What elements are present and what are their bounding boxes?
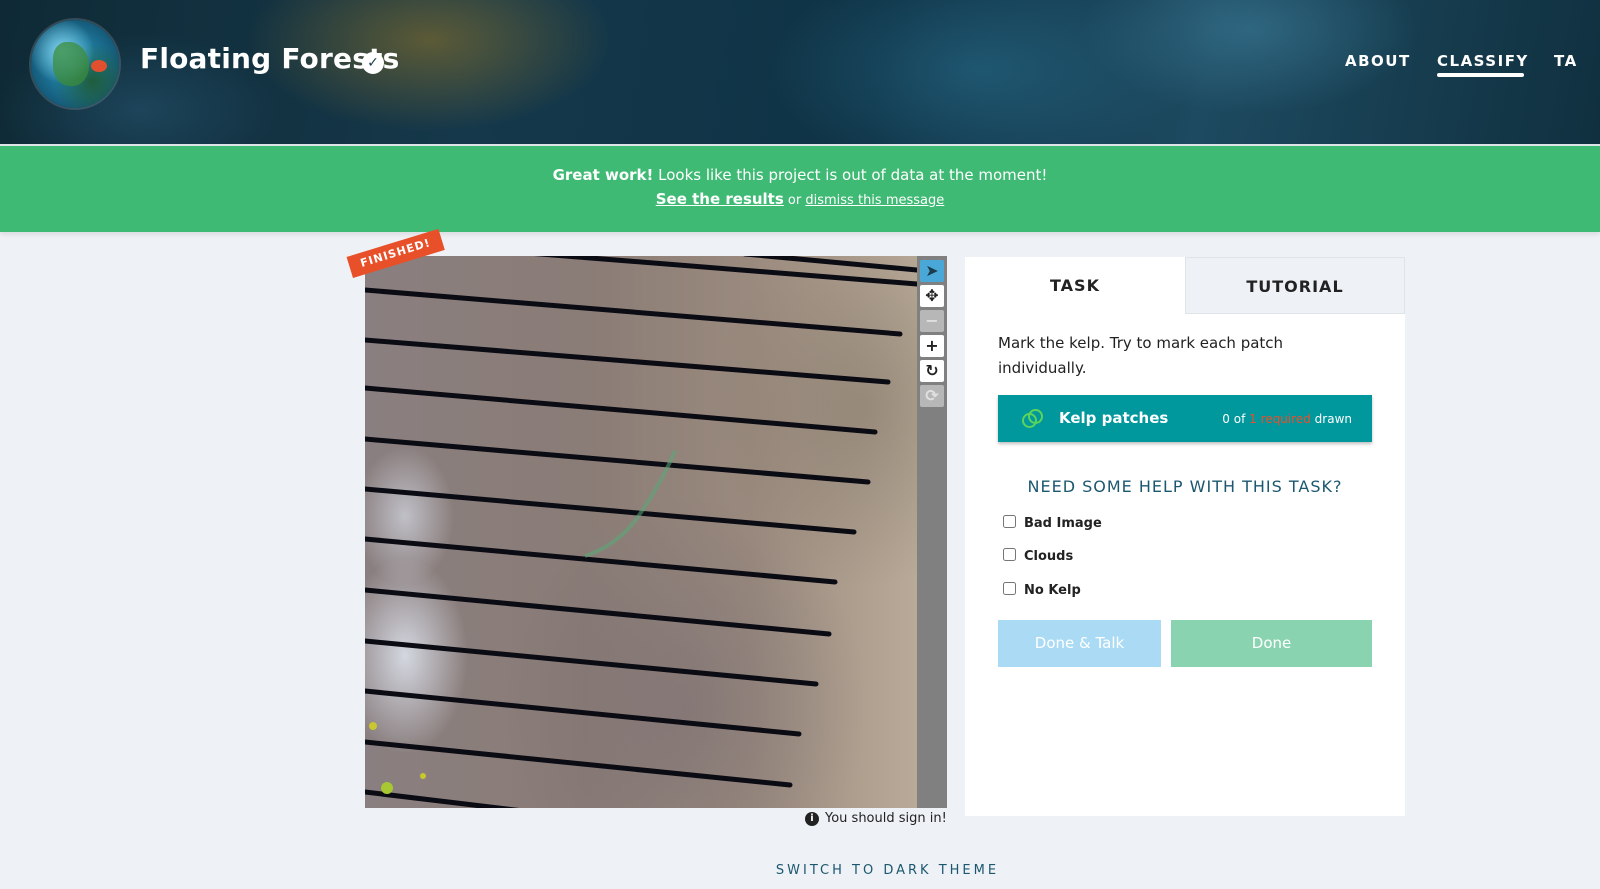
banner-bold-text: Great work! (552, 166, 654, 184)
banner-message: Great work! Looks like this project is o… (0, 166, 1600, 184)
done-button[interactable]: Done (1171, 620, 1372, 667)
fish-graphic (91, 60, 107, 72)
tab-tutorial[interactable]: TUTORIAL (1185, 257, 1405, 314)
subject-image[interactable] (365, 256, 917, 808)
nav-active-underline (1437, 73, 1524, 77)
rotate-icon[interactable]: ↻ (920, 360, 944, 382)
nav-talk[interactable]: TA (1554, 52, 1578, 70)
sign-in-notice: i You should sign in! (805, 811, 947, 826)
scan-line-overlay (365, 256, 917, 808)
pointer-icon[interactable]: ➤ (920, 260, 944, 282)
task-instructions: Mark the kelp. Try to mark each patch in… (998, 334, 1284, 377)
tab-task[interactable]: TASK (965, 257, 1185, 314)
reset-icon[interactable]: ⟳ (920, 385, 944, 407)
banner-or-text: or (783, 193, 806, 208)
image-toolbar: ➤ ✥ − + ↻ ⟳ (917, 256, 947, 808)
kelp-patches-tool[interactable]: Kelp patches 0 of 1 required drawn (998, 395, 1372, 442)
option-no-kelp[interactable]: No Kelp (1003, 582, 1081, 598)
clouds-checkbox[interactable] (1003, 548, 1016, 561)
task-panel: TASK TUTORIAL Mark the kelp. Try to mark… (965, 257, 1405, 816)
info-icon: i (805, 812, 819, 826)
option-clouds[interactable]: Clouds (1003, 548, 1073, 564)
check-circle-icon: ✓ (362, 52, 384, 74)
count-required: 1 required (1249, 412, 1311, 426)
option-label: No Kelp (1024, 583, 1081, 598)
kelp-patch-icon (1022, 409, 1043, 428)
nav-about[interactable]: ABOUT (1345, 52, 1411, 70)
project-avatar[interactable] (31, 20, 119, 108)
nav-classify[interactable]: CLASSIFY (1437, 52, 1529, 70)
bad-image-checkbox[interactable] (1003, 515, 1016, 528)
tool-count: 0 of 1 required drawn (1222, 412, 1352, 426)
project-title[interactable]: Floating Forests (140, 42, 400, 75)
kelp-graphic (53, 42, 89, 86)
done-and-talk-button[interactable]: Done & Talk (998, 620, 1161, 667)
switch-theme-link[interactable]: SWITCH TO DARK THEME (0, 863, 1600, 878)
tool-label: Kelp patches (1059, 409, 1169, 427)
banner-actions: See the results or dismiss this message (0, 190, 1600, 208)
zoom-out-icon[interactable]: − (920, 310, 944, 332)
out-of-data-banner: Great work! Looks like this project is o… (0, 146, 1600, 232)
see-results-link[interactable]: See the results (656, 190, 784, 208)
option-bad-image[interactable]: Bad Image (1003, 515, 1102, 531)
project-header: Floating Forests ✓ ABOUT CLASSIFY TA (0, 0, 1600, 146)
zoom-in-icon[interactable]: + (920, 335, 944, 357)
option-label: Bad Image (1024, 516, 1102, 531)
dismiss-message-link[interactable]: dismiss this message (805, 193, 944, 208)
move-icon[interactable]: ✥ (920, 285, 944, 307)
help-heading[interactable]: NEED SOME HELP WITH THIS TASK? (965, 477, 1405, 496)
no-kelp-checkbox[interactable] (1003, 582, 1016, 595)
banner-text: Looks like this project is out of data a… (653, 166, 1048, 184)
count-suffix: drawn (1310, 412, 1352, 426)
option-label: Clouds (1024, 549, 1074, 564)
sign-in-text: You should sign in! (825, 811, 947, 826)
count-prefix: 0 of (1222, 412, 1250, 426)
